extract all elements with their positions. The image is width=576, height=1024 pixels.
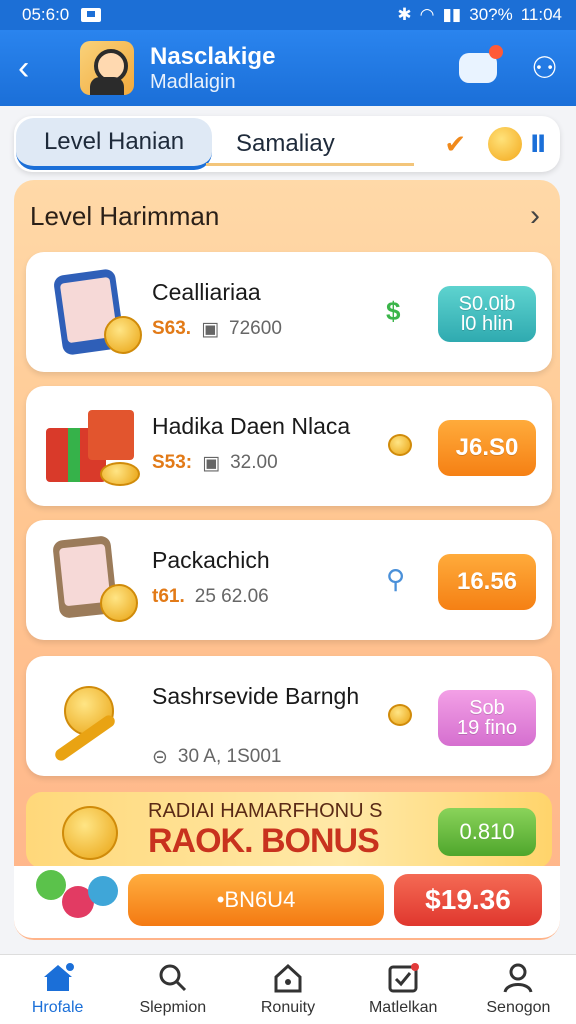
candy-coin-icon — [42, 670, 146, 763]
checklist-icon — [387, 962, 420, 993]
action-bar: •BN6U4 $19.36 — [14, 866, 560, 938]
profile-icon[interactable]: ⚇ — [531, 51, 558, 86]
card-price: t61. — [152, 586, 185, 607]
tag-icon: ▣ — [202, 453, 221, 474]
bottom-nav: Hrofale Slepmion Ronuity Matlelkan Senog… — [0, 954, 576, 1024]
tab-level-daily[interactable]: Level Hanian — [16, 118, 212, 170]
search-icon — [157, 963, 189, 993]
card-claim-button[interactable]: S0.0ib l0 hlin — [438, 286, 536, 342]
card-title: Cealliariaa — [152, 279, 261, 305]
bonus-banner[interactable]: RADIAI HAMARFHONU S RAOK. BONUS 0.810 — [26, 792, 552, 868]
coin-stack-icon — [386, 430, 416, 460]
coin-stack-icon — [62, 806, 118, 860]
house-outline-icon — [272, 963, 304, 993]
signal-icon: ▮▮ — [442, 5, 462, 24]
chat-icon[interactable] — [459, 45, 504, 83]
notification-icon — [81, 8, 102, 22]
card-meta: S53: ▣ 32.00 — [152, 452, 278, 475]
chevron-right-icon[interactable]: › — [530, 199, 550, 233]
card-meta-value: 25 62.06 — [194, 586, 269, 607]
card-meta-value: 72600 — [229, 318, 282, 339]
card-price: S63. — [152, 318, 192, 339]
nav-item-profile[interactable]: Senogon — [461, 955, 576, 1024]
nav-label: Ronuity — [260, 998, 316, 1016]
nav-label: Senogon — [486, 998, 551, 1016]
card-price: S53: — [152, 452, 193, 473]
back-arrow-icon[interactable]: ‹ — [18, 49, 54, 88]
grid-icon[interactable]: Ⅱ — [530, 130, 546, 159]
coin-stack-icon — [386, 700, 416, 730]
user-icon — [502, 963, 534, 993]
nav-item-home[interactable]: Hrofale — [0, 955, 115, 1024]
avatar[interactable] — [80, 41, 134, 95]
header-text: Nasclakige Madlaigin — [150, 43, 459, 94]
card-meta: ⊝ 30 A, 1S001 — [152, 746, 281, 769]
page-subtitle: Madlaigin — [150, 70, 236, 93]
level-card[interactable]: Cealliariaa S63. ▣ 72600 $ S0.0ib l0 hli… — [26, 252, 552, 372]
key-icon: ⚲ — [386, 564, 406, 594]
candy-icon — [36, 870, 66, 900]
candy-icon — [88, 876, 118, 906]
tag-icon: ⊝ — [152, 747, 168, 768]
card-claim-button[interactable]: Sob 19 fino — [438, 690, 536, 746]
panel-title: Level Harimman — [30, 200, 220, 231]
cta-line1: Sob — [469, 697, 505, 719]
level-card[interactable]: Hadika Daen Nlaca S53: ▣ 32.00 J6.S0 — [26, 386, 552, 506]
nav-label: Hrofale — [31, 998, 84, 1016]
dollar-leaf-icon: $ — [386, 296, 401, 326]
nav-label: Matlelkan — [368, 998, 438, 1016]
level-card[interactable]: Packachich t61. 25 62.06 ⚲ 16.56 — [26, 520, 552, 640]
cta-line2: 19 fino — [456, 717, 518, 739]
status-bar: 05:6:0 ✱ ◠ ▮▮ 30?% 11:04 — [0, 0, 576, 30]
card-meta-value: 32.00 — [230, 452, 278, 473]
bonus-claim-button[interactable]: 0.810 — [438, 808, 536, 856]
phone-coin-icon — [42, 266, 146, 358]
tab-bar: Level Hanian Samaliay ✔ Ⅱ — [14, 116, 560, 172]
battery-percent: 30?% — [469, 5, 513, 24]
panel-header[interactable]: Level Harimman › — [30, 198, 550, 234]
card-title: Sashrsevide Barngh — [152, 683, 360, 709]
home-icon — [42, 960, 76, 993]
card-buy-button[interactable]: J6.S0 — [438, 420, 536, 476]
status-time: 05:6:0 — [22, 5, 70, 24]
nav-item-community[interactable]: Ronuity — [230, 955, 345, 1024]
app-header: ‹ Nasclakige Madlaigin ⚇ — [0, 30, 576, 106]
status-clock: 11:04 — [520, 5, 562, 24]
cta-line2: l0 hlin — [460, 313, 514, 335]
bonus-title: RAOK. BONUS — [148, 822, 380, 860]
primary-action-button[interactable]: •BN6U4 — [128, 874, 384, 926]
check-icon[interactable]: ✔ — [444, 129, 466, 160]
wifi-icon: ◠ — [419, 5, 435, 24]
phone-coin-icon — [42, 534, 146, 626]
bluetooth-icon: ✱ — [397, 5, 412, 24]
page-title: Nasclakige — [150, 42, 276, 70]
gift-box-icon — [42, 400, 146, 492]
price-button[interactable]: $19.36 — [394, 874, 542, 926]
card-meta: S63. ▣ 72600 — [152, 318, 282, 341]
coin-icon[interactable] — [488, 127, 523, 161]
cta-line1: S0.0ib — [458, 293, 516, 315]
card-meta: t61. 25 62.06 — [152, 586, 269, 608]
card-title: Packachich — [152, 547, 270, 573]
card-meta-value: 30 A, 1S001 — [177, 746, 282, 767]
nav-label: Slepmion — [139, 998, 207, 1016]
card-title: Hadika Daen Nlaca — [152, 413, 351, 439]
level-card[interactable]: Sashrsevide Barngh ⊝ 30 A, 1S001 Sob 19 … — [26, 656, 552, 776]
tab-secondary[interactable]: Samaliay — [205, 118, 444, 170]
bonus-subtitle: RADIAI HAMARFHONU S — [148, 800, 383, 822]
notification-dot — [489, 45, 504, 59]
tag-icon: ▣ — [201, 319, 220, 340]
nav-item-search[interactable]: Slepmion — [115, 955, 230, 1024]
nav-item-tasks[interactable]: Matlelkan — [346, 955, 461, 1024]
card-buy-button[interactable]: 16.56 — [438, 554, 536, 610]
